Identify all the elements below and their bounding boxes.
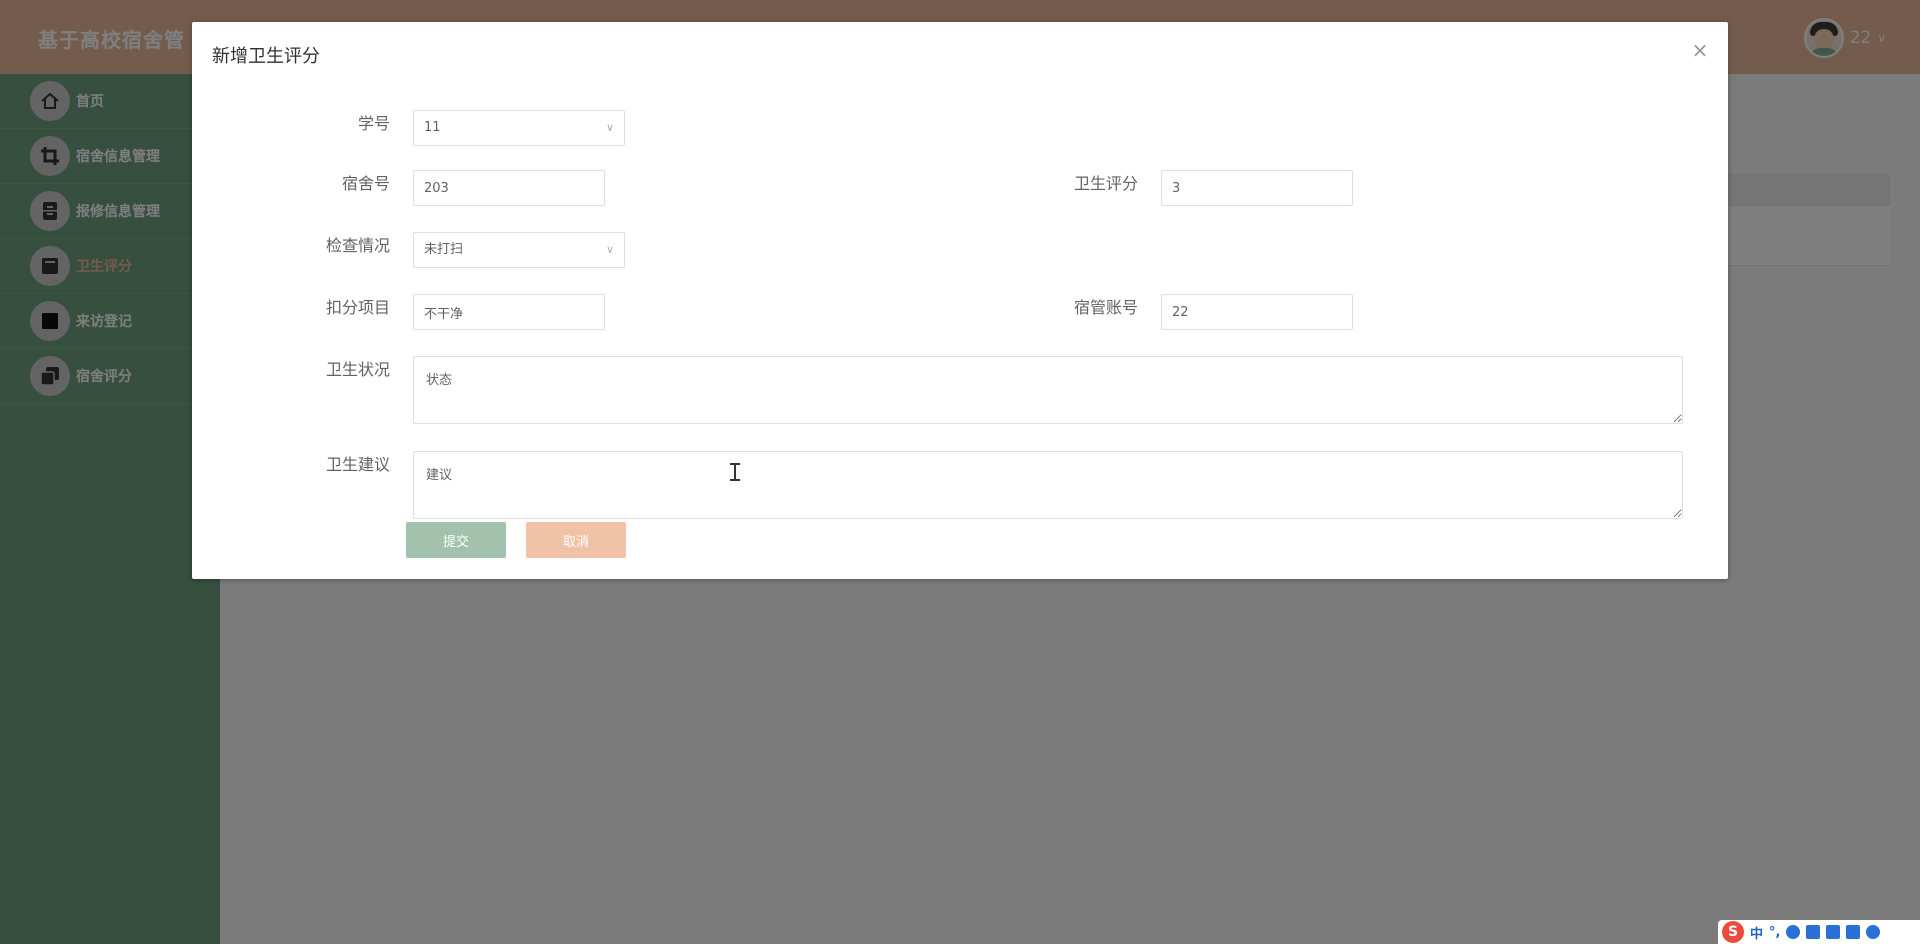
chevron-down-icon: ∨ [605, 121, 614, 134]
dorm-no-label: 宿舍号 [341, 174, 390, 193]
hygiene-score-label: 卫生评分 [1073, 174, 1138, 193]
deduction-item-input[interactable] [413, 294, 605, 330]
inspection-select[interactable]: 未打扫 ∨ [413, 232, 625, 268]
hygiene-status-label: 卫生状况 [325, 360, 390, 379]
more-icon[interactable] [1866, 925, 1881, 939]
chevron-down-icon: ∨ [605, 243, 614, 256]
student-no-select[interactable]: 11 ∨ [413, 110, 625, 146]
dialog-title: 新增卫生评分 [212, 46, 320, 67]
manager-account-input[interactable] [1161, 294, 1353, 330]
manager-account-label: 宿管账号 [1073, 298, 1138, 317]
hygiene-status-textarea[interactable]: 状态 [413, 356, 1683, 424]
submit-button[interactable]: 提交 [406, 522, 506, 558]
ime-toolbar: S 中 °, [1718, 920, 1920, 944]
cancel-button[interactable]: 取消 [526, 522, 626, 558]
microphone-icon[interactable] [1786, 925, 1801, 939]
hygiene-advice-label: 卫生建议 [325, 455, 390, 474]
ime-mode-toggle[interactable]: 中 [1750, 923, 1763, 942]
ime-punctuation-toggle[interactable]: °, [1769, 925, 1780, 940]
inspection-value: 未打扫 [424, 242, 464, 257]
dorm-no-input[interactable] [413, 170, 605, 206]
text-cursor-icon [730, 463, 740, 481]
hygiene-advice-textarea[interactable]: 建议 [413, 451, 1683, 519]
skin-icon[interactable] [1826, 925, 1841, 939]
student-no-value: 11 [424, 120, 441, 135]
keyboard-icon[interactable] [1806, 925, 1821, 939]
add-hygiene-score-dialog: 新增卫生评分 × 学号 11 ∨ 宿舍号 卫生评分 检查情况 未打扫 ∨ 扣分项… [192, 22, 1728, 579]
student-no-label: 学号 [357, 114, 390, 133]
close-icon[interactable]: × [1690, 40, 1710, 60]
deduction-item-label: 扣分项目 [325, 298, 390, 317]
sogou-logo-icon[interactable]: S [1722, 921, 1744, 943]
inspection-label: 检查情况 [325, 236, 390, 255]
hygiene-score-input[interactable] [1161, 170, 1353, 206]
grid-icon[interactable] [1846, 925, 1861, 939]
